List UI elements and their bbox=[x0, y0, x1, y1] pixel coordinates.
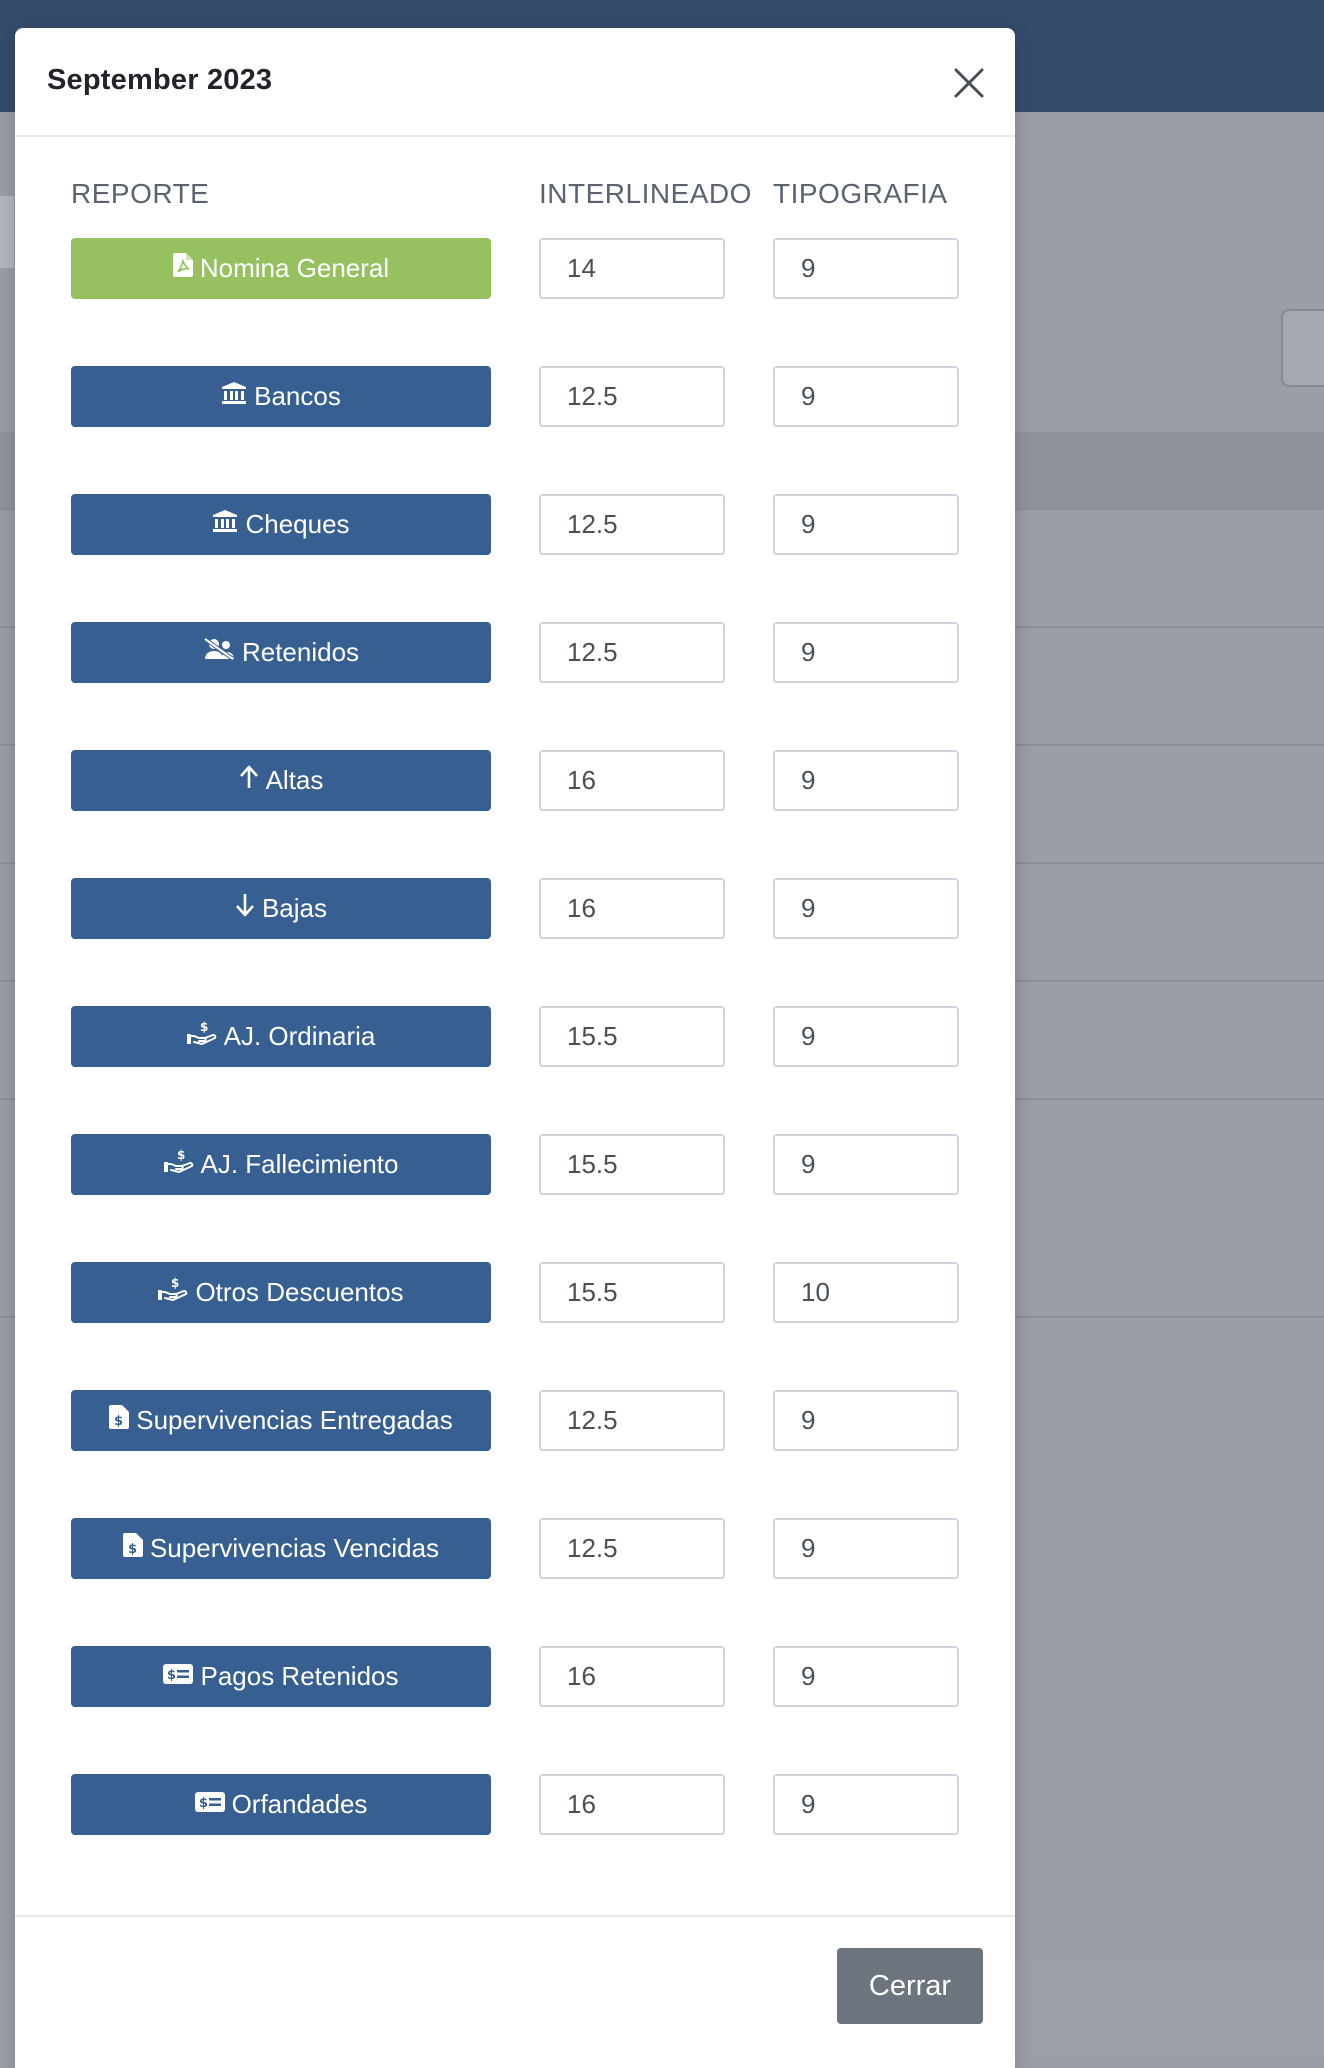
interlineado-input-bajas[interactable] bbox=[539, 878, 725, 939]
tipografia-input-nomina-general[interactable] bbox=[773, 238, 959, 299]
report-button-label: Bajas bbox=[261, 893, 328, 923]
svg-text:$: $ bbox=[199, 1796, 208, 1811]
tipografia-input-aj-fallecimiento[interactable] bbox=[773, 1134, 959, 1195]
modal-header: September 2023 bbox=[15, 28, 1015, 137]
interlineado-input-aj-ordinaria[interactable] bbox=[539, 1006, 725, 1067]
report-settings-modal: September 2023 REPORTE INTERLINEADO TIPO… bbox=[15, 28, 1015, 2068]
arrow-down-icon bbox=[235, 893, 255, 924]
tipografia-input-bancos[interactable] bbox=[773, 366, 959, 427]
tipografia-input-otros-descuentos[interactable] bbox=[773, 1262, 959, 1323]
interlineado-input-retenidos[interactable] bbox=[539, 622, 725, 683]
report-button-altas[interactable]: Altas bbox=[71, 750, 491, 811]
report-button-pagos-retenidos[interactable]: $ Pagos Retenidos bbox=[71, 1646, 491, 1707]
interlineado-input-bancos[interactable] bbox=[539, 366, 725, 427]
file-invoice-dollar-icon: $ bbox=[122, 1533, 143, 1564]
svg-text:$: $ bbox=[167, 1668, 176, 1683]
background-search-button bbox=[1281, 309, 1324, 387]
report-button-label: Orfandades bbox=[231, 1789, 368, 1819]
interlineado-input-aj-fallecimiento[interactable] bbox=[539, 1134, 725, 1195]
column-header-tipografia: TIPOGRAFIA bbox=[773, 178, 948, 209]
tipografia-input-retenidos[interactable] bbox=[773, 622, 959, 683]
tipografia-input-cheques[interactable] bbox=[773, 494, 959, 555]
interlineado-input-altas[interactable] bbox=[539, 750, 725, 811]
interlineado-input-cheques[interactable] bbox=[539, 494, 725, 555]
report-button-nomina-general[interactable]: Nomina General bbox=[71, 238, 491, 299]
arrow-up-icon bbox=[239, 765, 259, 796]
report-button-cheques[interactable]: Cheques bbox=[71, 494, 491, 555]
svg-text:$: $ bbox=[177, 1148, 185, 1162]
interlineado-input-otros-descuentos[interactable] bbox=[539, 1262, 725, 1323]
report-button-label: Cheques bbox=[245, 509, 350, 539]
column-header-reporte: REPORTE bbox=[71, 178, 210, 209]
report-button-label: AJ. Fallecimiento bbox=[200, 1149, 399, 1179]
interlineado-input-pagos-retenidos[interactable] bbox=[539, 1646, 725, 1707]
interlineado-input-supervivencias-entregadas[interactable] bbox=[539, 1390, 725, 1451]
file-pdf-icon bbox=[172, 253, 193, 284]
column-header-interlineado: INTERLINEADO bbox=[539, 178, 752, 209]
report-button-orfandades[interactable]: $ Orfandades bbox=[71, 1774, 491, 1835]
report-button-label: AJ. Ordinaria bbox=[223, 1021, 376, 1051]
hand-holding-dollar-icon: $ bbox=[186, 1020, 217, 1053]
report-button-label: Bancos bbox=[254, 381, 341, 411]
bank-icon bbox=[221, 381, 247, 412]
svg-text:$: $ bbox=[128, 1542, 137, 1557]
interlineado-input-orfandades[interactable] bbox=[539, 1774, 725, 1835]
report-button-label: Supervivencias Entregadas bbox=[136, 1405, 453, 1435]
report-button-bancos[interactable]: Bancos bbox=[71, 366, 491, 427]
money-check-icon: $ bbox=[194, 1789, 225, 1820]
svg-text:$: $ bbox=[200, 1020, 208, 1034]
report-button-label: Supervivencias Vencidas bbox=[149, 1533, 440, 1563]
tipografia-input-supervivencias-vencidas[interactable] bbox=[773, 1518, 959, 1579]
hand-holding-dollar-icon: $ bbox=[158, 1276, 188, 1309]
interlineado-input-nomina-general[interactable] bbox=[539, 238, 725, 299]
report-button-aj-ordinaria[interactable]: $ AJ. Ordinaria bbox=[71, 1006, 491, 1067]
tipografia-input-orfandades[interactable] bbox=[773, 1774, 959, 1835]
tipografia-input-altas[interactable] bbox=[773, 750, 959, 811]
report-button-otros-descuentos[interactable]: $ Otros Descuentos bbox=[71, 1262, 491, 1323]
report-button-bajas[interactable]: Bajas bbox=[71, 878, 491, 939]
tipografia-input-aj-ordinaria[interactable] bbox=[773, 1006, 959, 1067]
report-button-supervivencias-entregadas[interactable]: $ Supervivencias Entregadas bbox=[71, 1390, 491, 1451]
report-button-label: Pagos Retenidos bbox=[200, 1661, 399, 1691]
report-button-label: Nomina General bbox=[199, 253, 390, 283]
tipografia-input-supervivencias-entregadas[interactable] bbox=[773, 1390, 959, 1451]
report-button-supervivencias-vencidas[interactable]: $ Supervivencias Vencidas bbox=[71, 1518, 491, 1579]
tipografia-input-bajas[interactable] bbox=[773, 878, 959, 939]
report-button-label: Altas bbox=[265, 765, 324, 795]
report-button-aj-fallecimiento[interactable]: $ AJ. Fallecimiento bbox=[71, 1134, 491, 1195]
report-button-label: Retenidos bbox=[241, 637, 360, 667]
close-icon[interactable] bbox=[949, 63, 989, 103]
users-slash-icon bbox=[203, 637, 235, 668]
modal-title: September 2023 bbox=[47, 64, 273, 96]
svg-text:$: $ bbox=[171, 1276, 179, 1290]
bank-icon bbox=[212, 509, 238, 540]
report-button-label: Otros Descuentos bbox=[195, 1277, 404, 1307]
background-sidebar-stub bbox=[0, 196, 14, 268]
svg-text:$: $ bbox=[114, 1414, 123, 1429]
close-button[interactable]: Cerrar bbox=[837, 1948, 983, 2024]
money-check-icon: $ bbox=[163, 1661, 194, 1692]
report-button-retenidos[interactable]: Retenidos bbox=[71, 622, 491, 683]
hand-holding-dollar-icon: $ bbox=[163, 1148, 194, 1181]
file-invoice-dollar-icon: $ bbox=[109, 1405, 130, 1436]
tipografia-input-pagos-retenidos[interactable] bbox=[773, 1646, 959, 1707]
interlineado-input-supervivencias-vencidas[interactable] bbox=[539, 1518, 725, 1579]
